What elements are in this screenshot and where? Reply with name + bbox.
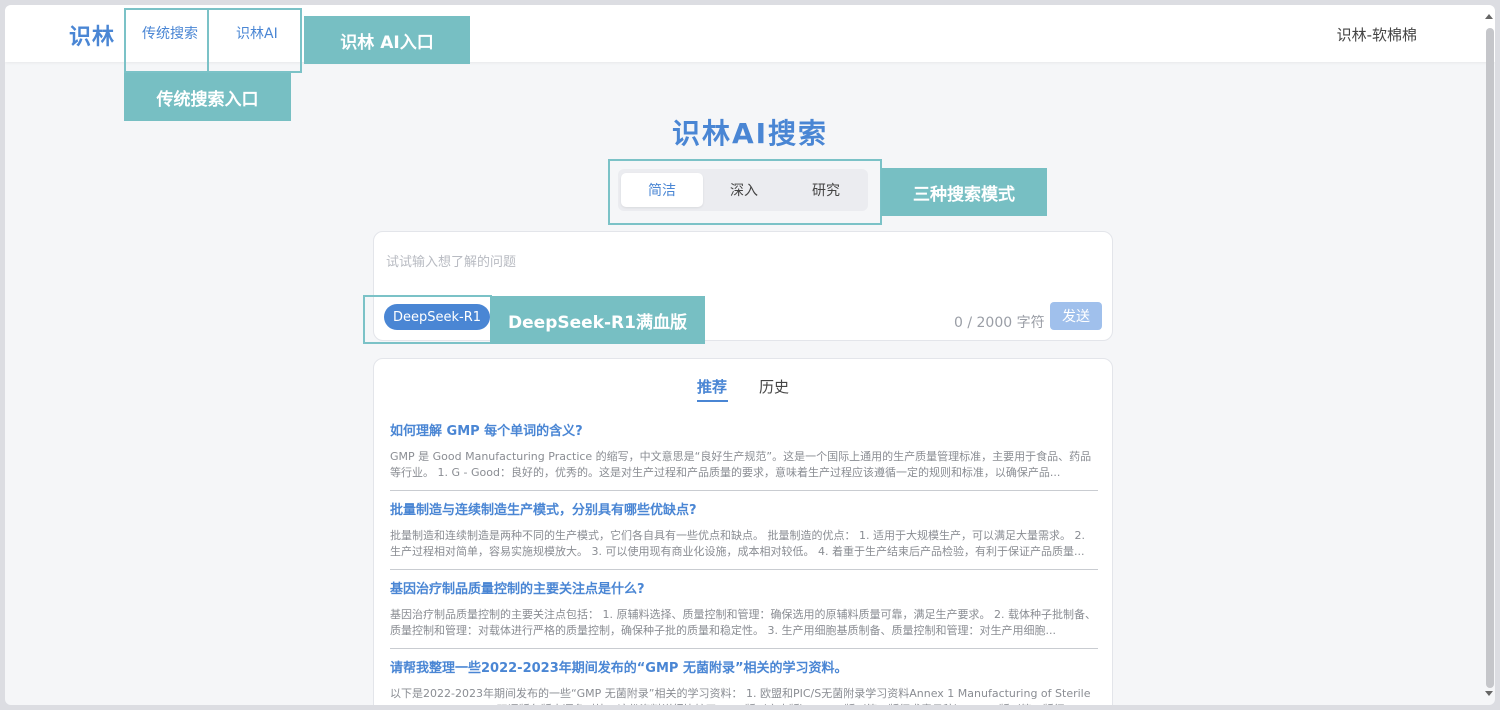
search-modes-highlight [608,159,882,225]
answer-preview: 以下是2022-2023年期间发布的一些“GMP 无菌附录”相关的学习资料： 1… [390,687,1091,705]
list-item[interactable]: 如何理解 GMP 每个单词的含义? GMP 是 Good Manufacturi… [390,423,1098,491]
list-item[interactable]: 批量制造与连续制造生产模式，分别具有哪些优缺点? 批量制造和连续制造是两种不同的… [390,502,1098,570]
page-scrollbar[interactable] [1486,28,1494,688]
send-button[interactable]: 发送 [1050,302,1102,330]
user-account-name[interactable]: 识林-软棉棉 [1337,24,1417,45]
app-window: 识林 传统搜索 识林AI 识林-软棉棉 识林 AI入口 传统搜索入口 识林AI搜… [5,5,1495,705]
character-counter: 0 / 2000 字符 [954,315,1045,331]
answer-preview: 基因治疗制品质量控制的主要关注点包括： 1. 原辅料选择、质量控制和管理：确保选… [390,608,1096,637]
list-item[interactable]: 请帮我整理一些2022-2023年期间发布的“GMP 无菌附录”相关的学习资料。… [390,660,1098,705]
tab-recommend[interactable]: 推荐 [697,376,727,397]
question-input[interactable] [386,242,1086,282]
answer-preview: 批量制造和连续制造是两种不同的生产模式，它们各自具有一些优点和缺点。 批量制造的… [390,529,1085,558]
site-logo[interactable]: 识林 [69,19,115,51]
recommended-question[interactable]: 批量制造与连续制造生产模式，分别具有哪些优缺点? [390,502,1098,520]
list-item[interactable]: 基因治疗制品质量控制的主要关注点是什么? 基因治疗制品质量控制的主要关注点包括：… [390,581,1098,649]
divider [390,490,1098,491]
traditional-search-highlight [124,8,209,73]
divider [390,648,1098,649]
callout-ai-entry: 识林 AI入口 [304,16,470,64]
ai-entry-highlight [207,8,302,73]
callout-model: DeepSeek-R1满血版 [490,296,705,344]
tab-history[interactable]: 历史 [759,376,789,397]
scroll-up-arrow-icon[interactable] [1485,14,1493,19]
callout-search-modes: 三种搜索模式 [881,168,1047,216]
active-tab-indicator [697,400,728,402]
scroll-down-arrow-icon[interactable] [1485,691,1493,696]
page-title: 识林AI搜索 [671,117,829,150]
recommended-question[interactable]: 请帮我整理一些2022-2023年期间发布的“GMP 无菌附录”相关的学习资料。 [390,660,1098,678]
recommended-question[interactable]: 如何理解 GMP 每个单词的含义? [390,423,1098,441]
model-highlight [363,295,492,344]
recommendation-panel: 推荐 历史 如何理解 GMP 每个单词的含义? GMP 是 Good Manuf… [373,358,1113,705]
answer-preview: GMP 是 Good Manufacturing Practice 的缩写，中文… [390,450,1092,479]
divider [390,569,1098,570]
recommended-question[interactable]: 基因治疗制品质量控制的主要关注点是什么? [390,581,1098,599]
